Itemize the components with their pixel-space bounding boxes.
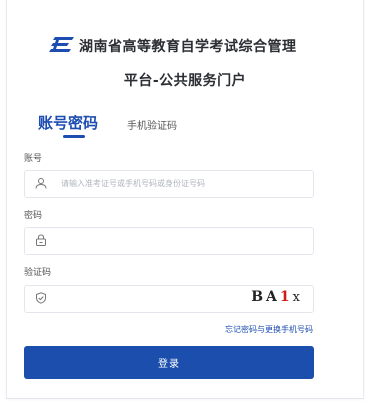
page-title: 湖南省高等教育自学考试综合管理 — [79, 39, 297, 55]
captcha-char: B — [251, 289, 267, 305]
login-button[interactable]: 登录 — [24, 346, 314, 379]
page-subtitle: 平台-公共服务门户 — [123, 73, 247, 89]
forgot-password-link[interactable]: 忘记密码与更换手机号码 — [225, 324, 313, 335]
password-label: 密码 — [24, 211, 43, 221]
password-input[interactable] — [24, 227, 314, 255]
account-label: 账号 — [24, 154, 43, 164]
active-tab-indicator — [63, 135, 85, 138]
account-input[interactable]: 请输入准考证号或手机号码或身份证号码 — [24, 170, 314, 198]
captcha-char: x — [292, 290, 303, 305]
shield-icon — [36, 292, 46, 304]
logo-icon — [49, 37, 74, 52]
user-icon — [35, 178, 47, 189]
captcha-image[interactable]: BA1x — [251, 289, 303, 305]
tab-phone-code[interactable]: 手机验证码 — [127, 117, 177, 132]
captcha-label: 验证码 — [24, 268, 52, 278]
account-placeholder: 请输入准考证号或手机号码或身份证号码 — [61, 179, 205, 188]
tab-account-password[interactable]: 账号密码 — [38, 112, 98, 133]
captcha-char: A — [266, 289, 280, 305]
lock-icon — [36, 234, 46, 246]
captcha-input[interactable]: BA1x — [24, 285, 314, 313]
login-card: 湖南省高等教育自学考试综合管理 平台-公共服务门户 账号密码 手机验证码 账号 … — [6, 0, 364, 399]
captcha-char: 1 — [279, 289, 293, 305]
